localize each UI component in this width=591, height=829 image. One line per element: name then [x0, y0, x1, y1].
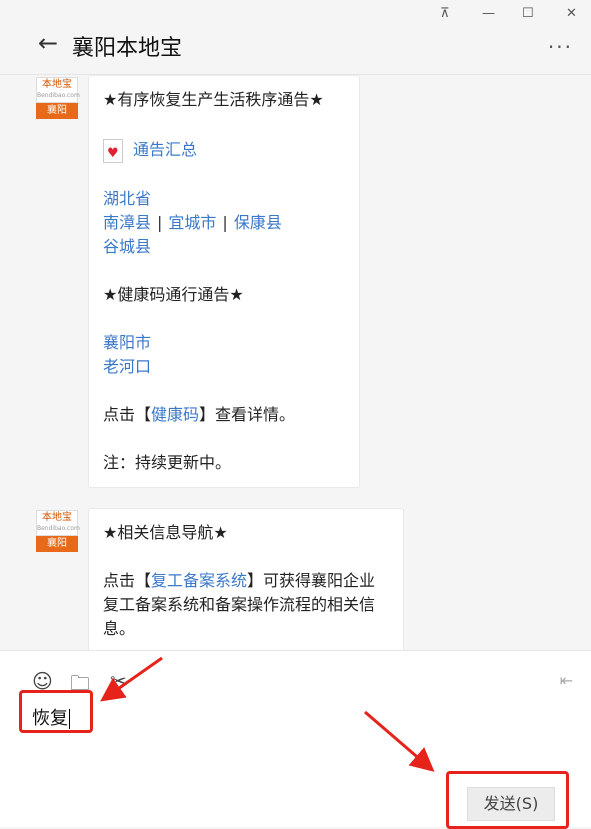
message-bubble: ★相关信息导航★ 点击【复工备案系统】可获得襄阳企业复工备案系统和备案操作流程的… [88, 508, 404, 650]
health-code-link[interactable]: 健康码 [151, 405, 199, 424]
list-icon[interactable]: ⇤ [560, 671, 573, 690]
avatar-city: 襄阳 [36, 103, 78, 119]
emoji-icon[interactable]: ☺ [32, 669, 53, 693]
province-link[interactable]: 湖北省 [103, 187, 345, 211]
text-caret [69, 709, 70, 729]
separator: | [157, 212, 163, 232]
calendar-icon [103, 138, 123, 166]
city-link[interactable]: 襄阳市 [103, 331, 345, 355]
avatar-city: 襄阳 [36, 536, 78, 552]
avatar-domain: Bendibao.com [37, 525, 80, 532]
avatar-brand: 本地宝 [42, 79, 72, 90]
update-note: 注：持续更新中。 [103, 452, 232, 472]
resume-work-system-link[interactable]: 复工备案系统 [151, 571, 247, 590]
avatar-brand: 本地宝 [42, 512, 72, 523]
avatar-logo: 本地宝 Bendibao.com [36, 510, 80, 536]
message-bubble: ★有序恢复生产生活秩序通告★ 通告汇总 湖北省 南漳县|宜城市|保康县 谷城县 … [88, 75, 360, 488]
more-options-icon[interactable]: ··· [548, 35, 573, 59]
chat-history[interactable]: 本地宝 Bendibao.com 襄阳 ★有序恢复生产生活秩序通告★ 通告汇总 湖… [0, 75, 591, 650]
maximize-button[interactable]: ☐ [522, 6, 534, 21]
county-link[interactable]: 南漳县 [103, 213, 151, 232]
chat-title: 襄阳本地宝 [72, 36, 183, 61]
message-heading: ★有序恢复生产生活秩序通告★ [103, 90, 324, 109]
health-heading: ★健康码通行通告★ [103, 284, 244, 304]
message-input[interactable]: 恢复 [32, 704, 70, 730]
county-link[interactable]: 宜城市 [168, 213, 216, 232]
input-value: 恢复 [32, 708, 68, 729]
county-link[interactable]: 保康县 [234, 213, 282, 232]
send-button[interactable]: 发送(S) [467, 787, 555, 821]
input-area: ☺ 🗀 ✂ ⇤ 恢复 发送(S) [0, 650, 591, 827]
scissors-icon[interactable]: ✂ [110, 669, 127, 693]
minimize-button[interactable]: — [482, 6, 495, 21]
click-suffix: 】查看详情。 [199, 404, 296, 424]
avatar[interactable]: 本地宝 Bendibao.com 襄阳 [36, 510, 80, 552]
click-prefix: 点击【 [103, 571, 152, 590]
click-prefix: 点击【 [103, 404, 152, 424]
title-bar: ⊼ — ☐ ✕ ← 襄阳本地宝 ··· [0, 0, 591, 75]
pin-icon[interactable]: ⊼ [440, 6, 450, 21]
separator: | [222, 212, 228, 232]
close-button[interactable]: ✕ [566, 6, 577, 21]
avatar[interactable]: 本地宝 Bendibao.com 襄阳 [36, 77, 80, 119]
city-link[interactable]: 老河口 [103, 355, 345, 379]
avatar-domain: Bendibao.com [37, 92, 80, 99]
avatar-logo: 本地宝 Bendibao.com [36, 77, 80, 103]
folder-icon[interactable]: 🗀 [70, 669, 90, 703]
notice-summary-link[interactable]: 通告汇总 [133, 140, 197, 159]
message-heading: ★相关信息导航★ [103, 523, 228, 542]
county-link[interactable]: 谷城县 [103, 235, 345, 259]
back-arrow-icon[interactable]: ← [38, 31, 58, 55]
